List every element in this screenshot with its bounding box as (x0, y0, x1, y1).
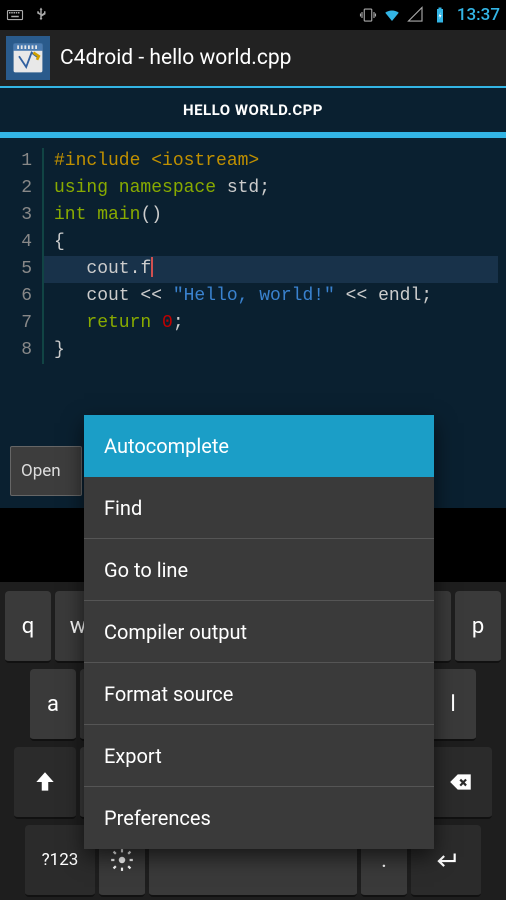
backspace-key[interactable] (430, 747, 492, 819)
app-title: C4droid - hello world.cpp (60, 46, 291, 70)
code-line[interactable]: 2using namespace std; (8, 175, 498, 202)
code-line[interactable]: 1#include <iostream> (8, 148, 498, 175)
key-q[interactable]: q (5, 591, 51, 663)
shift-key[interactable] (14, 747, 76, 819)
line-number: 3 (8, 202, 44, 229)
menu-item-go-to-line[interactable]: Go to line (84, 539, 434, 601)
code-content[interactable]: cout << "Hello, world!" << endl; (44, 283, 498, 310)
keyboard-status-icon (6, 6, 24, 24)
code-line[interactable]: 3int main() (8, 202, 498, 229)
context-menu: AutocompleteFindGo to lineCompiler outpu… (84, 415, 434, 849)
code-line[interactable]: 7 return 0; (8, 310, 498, 337)
app-icon (6, 36, 50, 80)
code-content[interactable]: #include <iostream> (44, 148, 498, 175)
signal-icon (407, 6, 425, 24)
action-bar: C4droid - hello world.cpp (0, 30, 506, 88)
vibrate-icon (359, 6, 377, 24)
battery-charging-icon (431, 6, 449, 24)
code-content[interactable]: using namespace std; (44, 175, 498, 202)
line-number: 4 (8, 229, 44, 256)
wifi-icon (383, 6, 401, 24)
menu-item-format-source[interactable]: Format source (84, 663, 434, 725)
line-number: 1 (8, 148, 44, 175)
open-button[interactable]: Open (10, 446, 82, 496)
code-content[interactable]: return 0; (44, 310, 498, 337)
line-number: 6 (8, 283, 44, 310)
line-number: 5 (8, 256, 44, 283)
menu-item-find[interactable]: Find (84, 477, 434, 539)
menu-item-export[interactable]: Export (84, 725, 434, 787)
menu-item-preferences[interactable]: Preferences (84, 787, 434, 849)
text-cursor (151, 257, 153, 277)
code-editor[interactable]: 1#include <iostream>2using namespace std… (0, 138, 506, 418)
key-l[interactable]: l (430, 669, 476, 741)
code-line[interactable]: 4{ (8, 229, 498, 256)
status-time: 13:37 (457, 5, 500, 25)
line-number: 2 (8, 175, 44, 202)
menu-item-compiler-output[interactable]: Compiler output (84, 601, 434, 663)
line-number: 7 (8, 310, 44, 337)
code-line[interactable]: 5 cout.f (8, 256, 498, 283)
tab-current[interactable]: HELLO WORLD.CPP (183, 101, 323, 119)
usb-status-icon (32, 6, 50, 24)
code-content[interactable]: } (44, 337, 498, 364)
code-line[interactable]: 8} (8, 337, 498, 364)
key-a[interactable]: a (30, 669, 76, 741)
line-number: 8 (8, 337, 44, 364)
code-content[interactable]: int main() (44, 202, 498, 229)
key-p[interactable]: p (455, 591, 501, 663)
code-content[interactable]: { (44, 229, 498, 256)
code-content[interactable]: cout.f (44, 256, 498, 283)
status-bar: 13:37 (0, 0, 506, 30)
tab-bar: HELLO WORLD.CPP (0, 88, 506, 138)
code-line[interactable]: 6 cout << "Hello, world!" << endl; (8, 283, 498, 310)
menu-item-autocomplete[interactable]: Autocomplete (84, 415, 434, 477)
